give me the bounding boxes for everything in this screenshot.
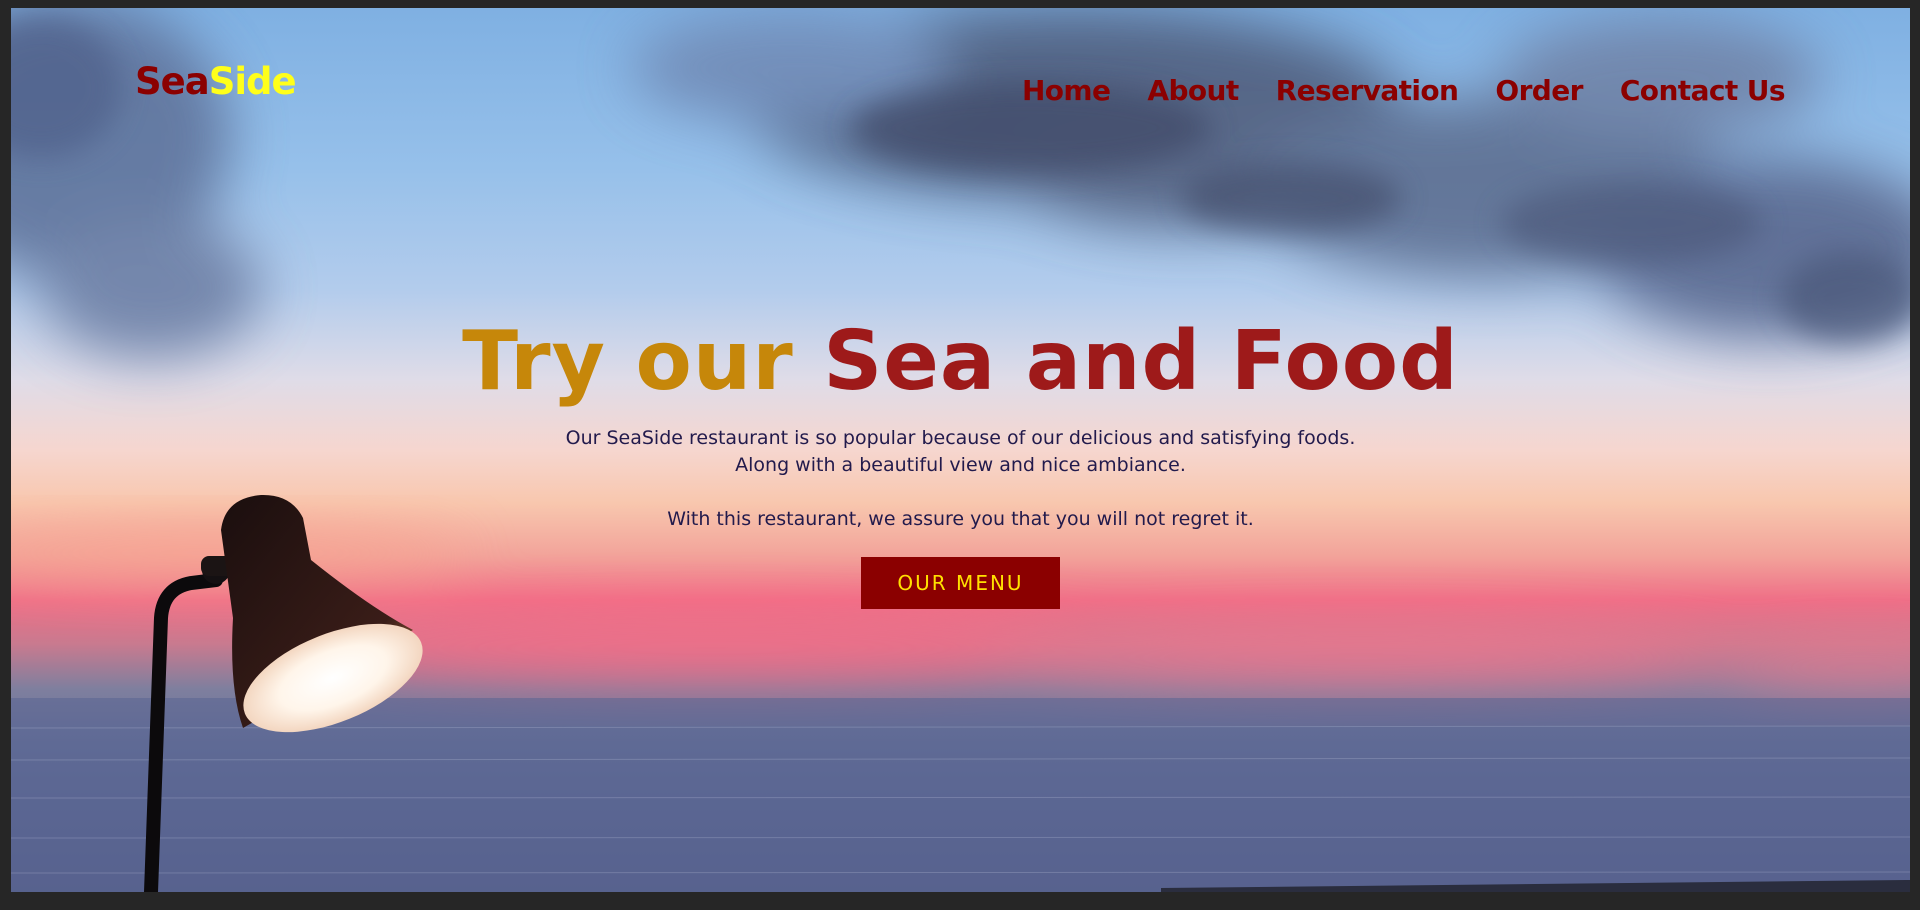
- hero-title-part1: Try our: [462, 314, 824, 409]
- main-nav: Home About Reservation Order Contact Us: [1022, 74, 1786, 107]
- site-header: SeaSide Home About Reservation Order Con…: [11, 8, 1910, 178]
- logo-sea-text: Sea: [135, 60, 210, 103]
- hero-title: Try our Sea and Food: [11, 321, 1910, 403]
- hero-description: Our SeaSide restaurant is so popular bec…: [11, 425, 1910, 533]
- hero-line-3: With this restaurant, we assure you that…: [667, 508, 1254, 530]
- nav-contact-link[interactable]: Contact Us: [1620, 74, 1786, 107]
- nav-reservation-link[interactable]: Reservation: [1276, 74, 1459, 107]
- hero-line-1: Our SeaSide restaurant is so popular bec…: [565, 427, 1356, 449]
- hero-title-part2: Sea and Food: [823, 314, 1459, 409]
- our-menu-button[interactable]: OUR MENU: [861, 557, 1060, 609]
- hero-line-2: Along with a beautiful view and nice amb…: [735, 454, 1186, 476]
- nav-about-link[interactable]: About: [1147, 74, 1239, 107]
- nav-home-link[interactable]: Home: [1022, 74, 1111, 107]
- logo[interactable]: SeaSide: [135, 60, 297, 103]
- hero-section: Try our Sea and Food Our SeaSide restaur…: [11, 321, 1910, 609]
- nav-order-link[interactable]: Order: [1495, 74, 1583, 107]
- hero-background: SeaSide Home About Reservation Order Con…: [11, 8, 1910, 892]
- logo-side-text: Side: [208, 60, 297, 103]
